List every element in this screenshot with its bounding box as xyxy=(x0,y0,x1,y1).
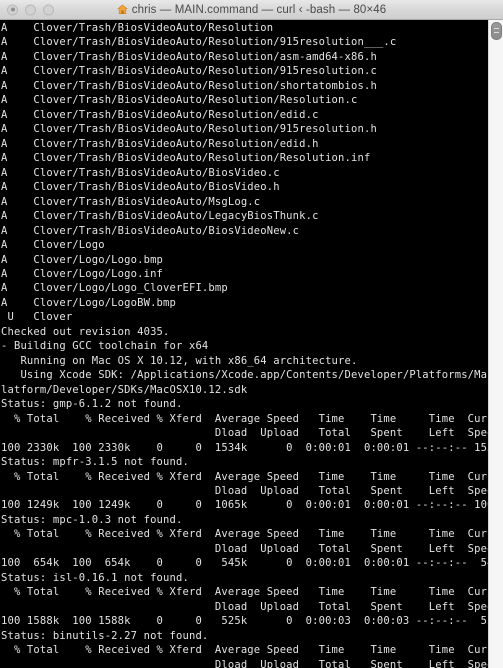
window-title-group: chris — MAIN.command — curl ‹ -bash — 80… xyxy=(117,4,387,16)
terminal-line: Status: mpfr-3.1.5 not found. xyxy=(1,456,189,469)
terminal-line: % Total % Received % Xferd Average Speed… xyxy=(1,470,488,483)
terminal-line: Dload Upload Total Spent Left Speed xyxy=(1,658,488,668)
terminal-line: A Clover/Trash/BiosVideoAuto/Resolution/… xyxy=(1,108,319,121)
terminal-line: A Clover/Trash/BiosVideoAuto/Resolution/… xyxy=(1,137,319,150)
terminal-line: A Clover/Trash/BiosVideoAuto/Resolution/… xyxy=(1,152,371,165)
terminal-line: - Building GCC toolchain for x64 xyxy=(1,340,209,353)
terminal-line: A Clover/Logo/Logo.bmp xyxy=(1,253,164,266)
terminal-line: A Clover/Trash/BiosVideoAuto/Resolution/… xyxy=(1,79,377,92)
terminal-line: % Total % Received % Xferd Average Speed… xyxy=(1,586,488,599)
terminal-line: A Clover/Trash/BiosVideoAuto/Resolution xyxy=(1,22,274,34)
terminal-line: A Clover/Trash/BiosVideoAuto/LegacyBiosT… xyxy=(1,210,319,223)
terminal-line: Dload Upload Total Spent Left Speed xyxy=(1,427,488,440)
terminal-line: A Clover/Logo/LogoBW.bmp xyxy=(1,296,177,309)
terminal-window: chris — MAIN.command — curl ‹ -bash — 80… xyxy=(0,0,503,668)
terminal-line: A Clover/Trash/BiosVideoAuto/Resolution/… xyxy=(1,36,397,49)
terminal-line: Dload Upload Total Spent Left Speed xyxy=(1,485,488,497)
terminal-line: 100 654k 100 654k 0 0 545k 0 0:00:01 0:0… xyxy=(1,557,488,570)
close-button[interactable] xyxy=(7,4,18,15)
terminal-body[interactable]: A Clover/Trash/BiosVideoAuto/Resolution A… xyxy=(0,20,503,668)
terminal-line: A Clover/Trash/BiosVideoAuto/Resolution/… xyxy=(1,123,377,136)
terminal-line: latform/Developer/SDKs/MacOSX10.12.sdk xyxy=(1,383,248,396)
scrollbar-thumb[interactable] xyxy=(491,22,502,40)
terminal-line: Status: gmp-6.1.2 not found. xyxy=(1,398,183,411)
terminal-line: A Clover/Trash/BiosVideoAuto/Resolution/… xyxy=(1,50,377,63)
minimize-button[interactable] xyxy=(25,4,36,15)
zoom-button[interactable] xyxy=(43,4,54,15)
terminal-line: A Clover/Trash/BiosVideoAuto/Resolution/… xyxy=(1,65,377,78)
terminal-line: 100 2330k 100 2330k 0 0 1534k 0 0:00:01 … xyxy=(1,441,488,454)
vertical-scrollbar[interactable] xyxy=(488,20,503,668)
terminal-line: U Clover xyxy=(1,311,73,324)
terminal-line: A Clover/Trash/BiosVideoAuto/BiosVideo.h xyxy=(1,181,280,194)
terminal-line: % Total % Received % Xferd Average Speed… xyxy=(1,412,488,425)
terminal-line: A Clover/Trash/BiosVideoAuto/Resolution/… xyxy=(1,94,358,107)
terminal-line: 100 1588k 100 1588k 0 0 525k 0 0:00:03 0… xyxy=(1,615,488,628)
terminal-line: Using Xcode SDK: /Applications/Xcode.app… xyxy=(1,369,488,382)
terminal-line: 100 1249k 100 1249k 0 0 1065k 0 0:00:01 … xyxy=(1,499,488,512)
terminal-line: A Clover/Trash/BiosVideoAuto/BiosVideoNe… xyxy=(1,224,300,237)
home-icon xyxy=(117,4,128,15)
terminal-line: A Clover/Trash/BiosVideoAuto/MsgLog.c xyxy=(1,195,261,208)
terminal-line: Status: binutils-2.27 not found. xyxy=(1,629,209,642)
terminal-line: Status: mpc-1.0.3 not found. xyxy=(1,513,183,526)
terminal-line: A Clover/Trash/BiosVideoAuto/BiosVideo.c xyxy=(1,166,280,179)
terminal-line: Running on Mac OS X 10.12, with x86_64 a… xyxy=(1,354,358,367)
terminal-output[interactable]: A Clover/Trash/BiosVideoAuto/Resolution A… xyxy=(0,20,488,668)
terminal-line: Status: isl-0.16.1 not found. xyxy=(1,571,189,584)
window-controls xyxy=(7,4,54,15)
terminal-line: A Clover/Logo/Logo.inf xyxy=(1,267,164,280)
terminal-line: Checked out revision 4035. xyxy=(1,325,170,338)
terminal-line: Dload Upload Total Spent Left Speed xyxy=(1,542,488,555)
terminal-line: A Clover/Logo xyxy=(1,239,105,252)
window-title-text: chris — MAIN.command — curl ‹ -bash — 80… xyxy=(131,3,387,16)
terminal-line: % Total % Received % Xferd Average Speed… xyxy=(1,644,488,657)
terminal-line: A Clover/Logo/Logo_CloverEFI.bmp xyxy=(1,282,228,295)
title-bar[interactable]: chris — MAIN.command — curl ‹ -bash — 80… xyxy=(0,0,503,20)
terminal-line: Dload Upload Total Spent Left Speed xyxy=(1,600,488,613)
terminal-line: % Total % Received % Xferd Average Speed… xyxy=(1,528,488,541)
